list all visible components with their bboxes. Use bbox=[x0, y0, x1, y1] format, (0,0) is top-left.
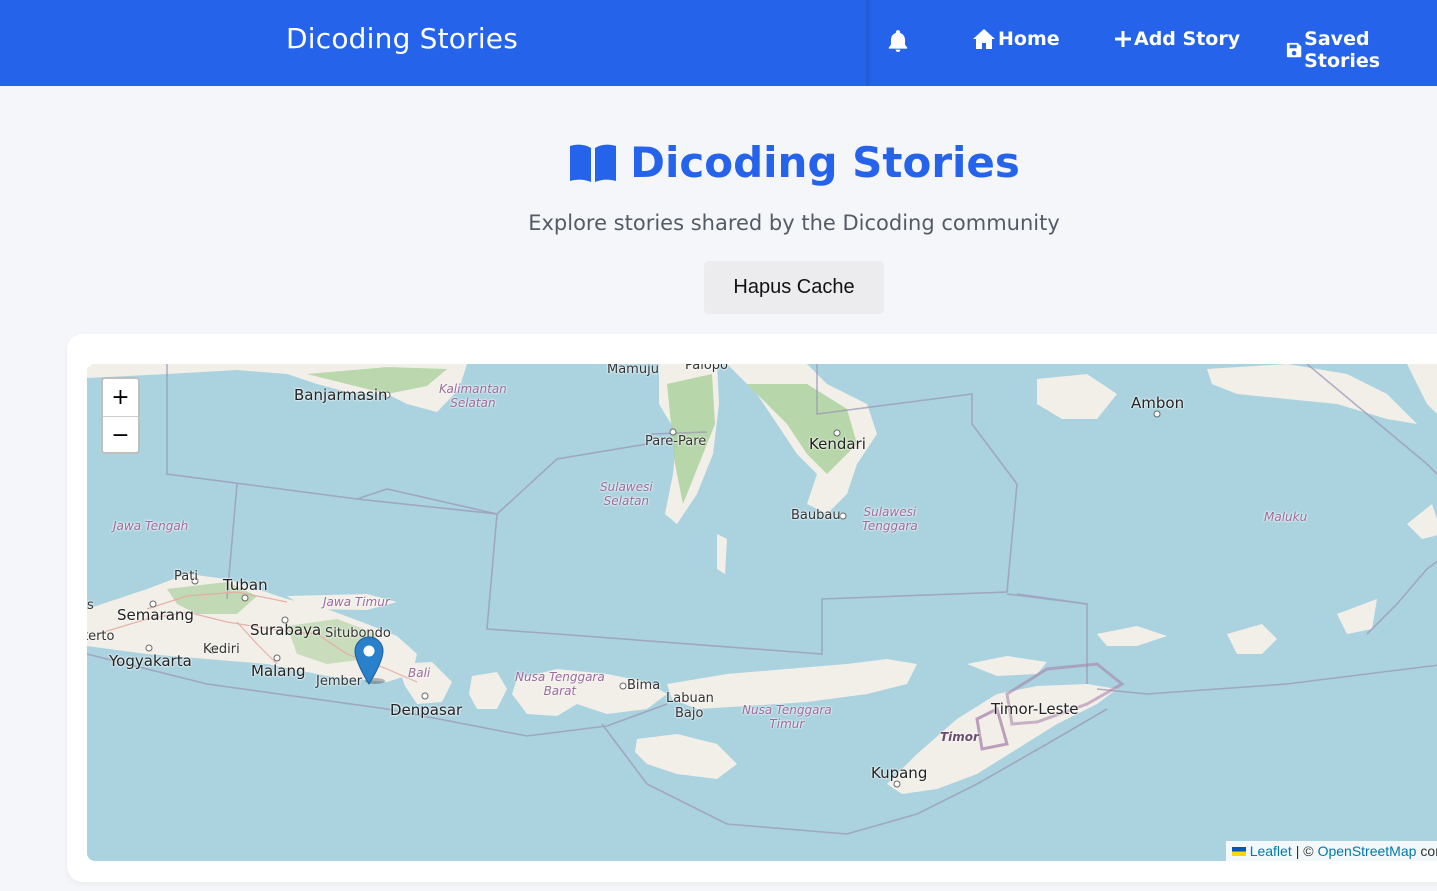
map-label-edge: s bbox=[87, 598, 94, 613]
map-region-sulsel-line2: Selatan bbox=[603, 494, 650, 508]
map-label-surabaya: Surabaya bbox=[250, 621, 322, 639]
map-region-timor: Timor bbox=[940, 730, 979, 744]
map-region-ntt-line1: Nusa Tenggara bbox=[742, 703, 832, 717]
map-attribution: Leaflet | © OpenStreetMap con bbox=[1225, 841, 1437, 861]
map-region-ntb-line2: Barat bbox=[543, 684, 577, 698]
page-subtitle: Explore stories shared by the Dicoding c… bbox=[528, 211, 1060, 235]
story-map[interactable]: Mamuju Palopo Banjarmasin Ambon Pare-Par… bbox=[87, 364, 1437, 861]
nav-add-story-link[interactable]: Add Story bbox=[1114, 28, 1240, 50]
story-location-marker-icon[interactable] bbox=[353, 634, 387, 690]
map-region-kalsel-line2: Selatan bbox=[450, 396, 496, 410]
map-region-ntb-line1: Nusa Tenggara bbox=[515, 670, 605, 684]
save-icon bbox=[1286, 42, 1302, 58]
book-open-icon bbox=[570, 144, 617, 182]
map-region-kalsel-line1: Kalimantan bbox=[439, 382, 507, 396]
map-region-jatim: Jawa Timur bbox=[323, 595, 390, 609]
map-label-tuban: Tuban bbox=[223, 576, 268, 594]
openstreetmap-link[interactable]: OpenStreetMap bbox=[1318, 843, 1417, 859]
brand-title[interactable]: Dicoding Stories bbox=[286, 22, 518, 55]
notification-bell-icon[interactable] bbox=[885, 28, 911, 58]
attribution-trail: con bbox=[1420, 843, 1437, 859]
map-region-ntb: Nusa Tenggara Barat bbox=[515, 670, 605, 698]
nav-divider bbox=[866, 0, 872, 86]
map-label-mamuju: Mamuju bbox=[607, 364, 659, 377]
page-title-text: Dicoding Stories bbox=[630, 138, 1020, 187]
clear-cache-button[interactable]: Hapus Cache bbox=[704, 261, 884, 314]
map-region-sultra-line2: Tenggara bbox=[862, 519, 918, 533]
map-label-kendari: Kendari bbox=[809, 435, 866, 453]
leaflet-link[interactable]: Leaflet bbox=[1250, 843, 1292, 859]
nav-home-label: Home bbox=[998, 28, 1060, 50]
map-region-kalsel: Kalimantan Selatan bbox=[439, 382, 507, 410]
map-label-pati: Pati bbox=[174, 569, 198, 584]
map-region-bali: Bali bbox=[408, 666, 431, 680]
top-navbar: Dicoding Stories Home Add Story Saved St… bbox=[0, 0, 1437, 86]
nav-home-link[interactable]: Home bbox=[972, 28, 1060, 50]
map-region-maluku: Maluku bbox=[1264, 510, 1308, 524]
map-region-sultra: Sulawesi Tenggara bbox=[862, 505, 918, 533]
map-label-baubau: Baubau bbox=[791, 508, 841, 523]
map-region-sulsel-line1: Sulawesi bbox=[600, 480, 653, 494]
map-label-kediri: Kediri bbox=[203, 642, 240, 657]
zoom-in-button[interactable]: + bbox=[103, 379, 138, 416]
plus-icon bbox=[1115, 31, 1131, 47]
map-label-ambon: Ambon bbox=[1131, 394, 1185, 412]
map-label-bima: Bima bbox=[627, 678, 661, 693]
nav-saved-stories-link[interactable]: Saved Stories bbox=[1286, 28, 1437, 72]
map-region-sulsel: Sulawesi Selatan bbox=[600, 480, 653, 508]
page-title: Dicoding Stories bbox=[0, 138, 1437, 187]
nav-saved-stories-label: Saved Stories bbox=[1304, 28, 1381, 72]
attribution-separator: | © bbox=[1295, 843, 1314, 859]
map-label-pare-pare: Pare-Pare bbox=[645, 434, 707, 449]
map-label-timor-leste: Timor-Leste bbox=[991, 700, 1079, 718]
map-label-labuan: Labuan bbox=[666, 691, 714, 706]
map-label-malang: Malang bbox=[251, 662, 306, 680]
home-icon bbox=[973, 29, 995, 49]
map-label-denpasar: Denpasar bbox=[390, 701, 463, 719]
map-label-palopo: Palopo bbox=[685, 364, 728, 373]
map-label-purwokerto: kerto bbox=[87, 629, 115, 644]
map-region-ntt-line2: Timur bbox=[769, 717, 805, 731]
zoom-out-button[interactable]: − bbox=[103, 416, 138, 452]
nav-add-story-label: Add Story bbox=[1134, 28, 1241, 50]
map-zoom-control: + − bbox=[101, 377, 140, 454]
ukraine-flag-icon bbox=[1231, 846, 1246, 856]
map-region-sultra-line1: Sulawesi bbox=[863, 505, 917, 519]
map-label-yogyakarta: Yogyakarta bbox=[109, 652, 192, 670]
map-tiles bbox=[87, 364, 1437, 835]
map-region-ntt: Nusa Tenggara Timur bbox=[742, 703, 832, 731]
map-label-banjarmasin: Banjarmasin bbox=[294, 386, 388, 404]
map-label-kupang: Kupang bbox=[871, 764, 928, 782]
map-label-bajo: Bajo bbox=[675, 706, 704, 721]
map-label-semarang: Semarang bbox=[117, 606, 194, 624]
map-region-jateng: Jawa Tengah bbox=[113, 519, 189, 533]
